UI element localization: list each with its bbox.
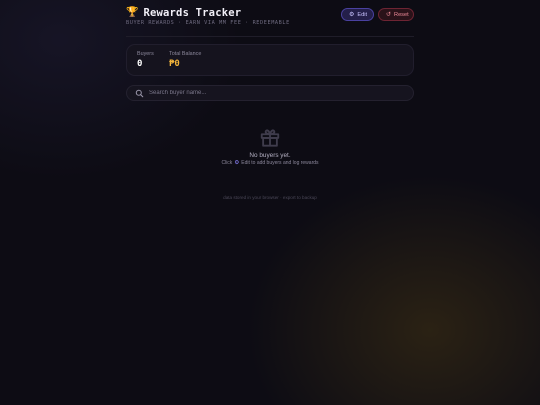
- stat-total-balance: Total Balance ₱0: [169, 51, 201, 69]
- buyers-count: 0: [137, 59, 143, 69]
- hint-suffix: Edit to add buyers and log rewards: [241, 160, 319, 166]
- reset-button-label: Reset: [394, 11, 409, 18]
- reset-icon: ↺: [386, 12, 392, 18]
- stat-buyers: Buyers 0: [137, 51, 154, 69]
- search-input[interactable]: [149, 90, 399, 96]
- buyers-label: Buyers: [137, 51, 154, 57]
- title-row: 🏆 Rewards Tracker: [126, 7, 241, 19]
- stats-card: Buyers 0 Total Balance ₱0: [126, 44, 414, 76]
- empty-state-hint: Click ⚙ Edit to add buyers and log rewar…: [126, 160, 414, 166]
- empty-state: No buyers yet. Click ⚙ Edit to add buyer…: [126, 126, 414, 166]
- search-bar[interactable]: [126, 85, 414, 101]
- gear-icon: ⚙: [349, 12, 355, 18]
- reset-button[interactable]: ↺ Reset: [378, 8, 414, 21]
- storage-note: data stored in your browser · export to …: [223, 195, 317, 200]
- trophy-icon: 🏆: [126, 7, 139, 18]
- empty-state-title: No buyers yet.: [249, 152, 291, 159]
- edit-button-label: Edit: [357, 11, 368, 18]
- search-icon: [135, 89, 144, 97]
- rewards-app: 🏆 Rewards Tracker BUYER REWARDS · EARN V…: [126, 0, 414, 200]
- gift-icon: [260, 129, 280, 147]
- gear-icon: ⚙: [234, 160, 240, 166]
- page-title: Rewards Tracker: [143, 7, 242, 19]
- hint-prefix: Click: [221, 160, 233, 166]
- page-subtitle: BUYER REWARDS · EARN VIA MM FEE · REDEEM…: [126, 20, 290, 26]
- app-header: 🏆 Rewards Tracker BUYER REWARDS · EARN V…: [126, 0, 414, 37]
- edit-button[interactable]: ⚙ Edit: [341, 8, 374, 21]
- total-balance-label: Total Balance: [169, 51, 202, 57]
- total-balance-value: ₱0: [169, 59, 180, 69]
